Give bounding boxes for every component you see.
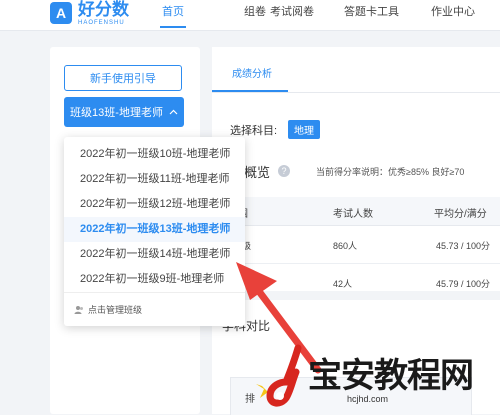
watermark-logo-icon <box>256 344 302 407</box>
watermark: 宝安教程网 hcjhd.com <box>250 340 500 414</box>
watermark-text: 宝安教程网 <box>308 356 474 396</box>
watermark-url: hcjhd.com <box>347 394 389 404</box>
